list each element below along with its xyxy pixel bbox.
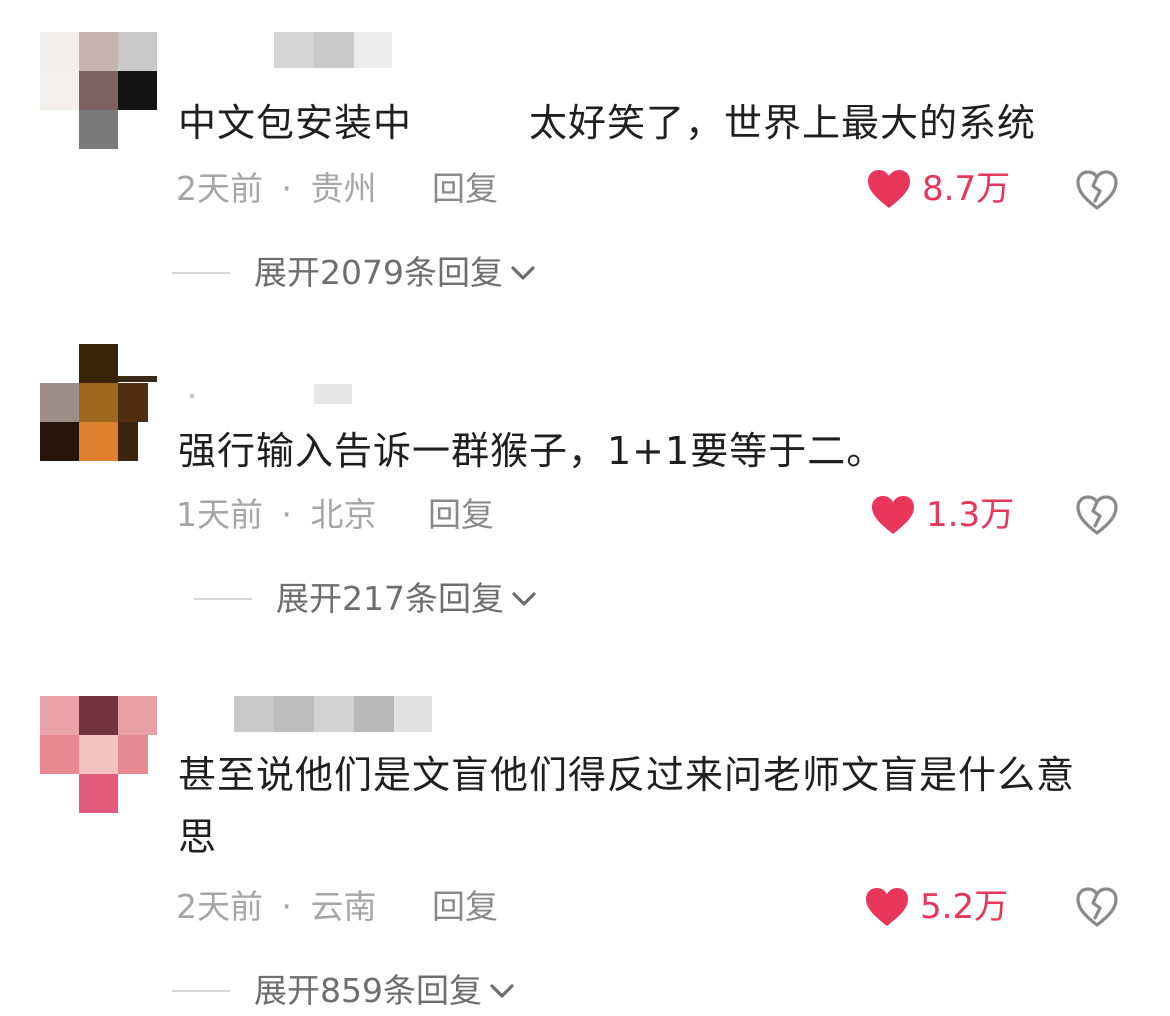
comment-item: 甚至说他们是文盲他们得反过来问老师文盲是什么意思 2天前 · 云南 回复 5.2… (0, 680, 1170, 1012)
expand-replies-label: 展开859条回复 (254, 971, 482, 1010)
reply-button[interactable]: 回复 (432, 164, 498, 214)
broken-heart-icon[interactable] (1075, 886, 1119, 928)
comment-location: 云南 (310, 887, 377, 926)
username-blurred[interactable] (178, 32, 392, 68)
reply-button[interactable]: 回复 (428, 490, 494, 540)
expand-replies-button[interactable]: 展开2079条回复 (172, 248, 537, 298)
comment-item: 中文包安装中 太好笑了，世界上最大的系统 2天前 · 贵州 回复 8.7万 展开… (0, 0, 1170, 320)
meta-separator: · (281, 169, 293, 208)
comment-location: 北京 (310, 495, 377, 534)
heart-icon (866, 888, 908, 926)
comment-text: 甚至说他们是文盲他们得反过来问老师文盲是什么意思 (178, 753, 1076, 859)
broken-heart-icon[interactable] (1075, 169, 1119, 211)
expand-replies-button[interactable]: 展开217条回复 (194, 574, 538, 624)
comment-time: 2天前 (176, 169, 263, 208)
like-button[interactable]: 1.3万 (870, 490, 1014, 540)
broken-heart-icon[interactable] (1075, 494, 1119, 536)
comment-time: 2天前 (176, 887, 263, 926)
expand-replies-button[interactable]: 展开859条回复 (172, 966, 516, 1016)
username-blurred[interactable] (178, 696, 432, 732)
meta-separator: · (281, 887, 293, 926)
heart-icon (872, 496, 914, 534)
comment-item: 强行输入告诉一群猴子，1+1要等于二。 1天前 · 北京 回复 1.3万 展开2… (0, 330, 1170, 660)
comment-meta: 1天前 · 北京 回复 (176, 490, 494, 540)
comment-meta: 2天前 · 贵州 回复 (176, 164, 498, 214)
expand-replies-label: 展开217条回复 (276, 579, 504, 618)
like-count: 8.7万 (922, 169, 1011, 209)
meta-separator: · (281, 495, 293, 534)
chevron-down-icon (490, 984, 514, 998)
comment-time: 1天前 (176, 495, 263, 534)
expand-replies-label: 展开2079条回复 (254, 253, 503, 292)
reply-button[interactable]: 回复 (432, 882, 498, 932)
divider-line (172, 990, 230, 992)
comment-meta: 2天前 · 云南 回复 (176, 882, 498, 932)
divider-line (172, 272, 230, 274)
avatar[interactable] (40, 32, 157, 149)
like-count: 1.3万 (926, 495, 1015, 535)
heart-icon (868, 170, 910, 208)
like-button[interactable]: 8.7万 (866, 164, 1010, 214)
like-count: 5.2万 (920, 887, 1009, 927)
chevron-down-icon (512, 592, 536, 606)
like-button[interactable]: 5.2万 (864, 882, 1008, 932)
chevron-down-icon (511, 266, 535, 280)
comment-text: 中文包安装中 太好笑了，世界上最大的系统 (178, 101, 1037, 145)
avatar[interactable] (40, 344, 157, 461)
username-blurred[interactable] (178, 384, 358, 420)
avatar[interactable] (40, 696, 157, 813)
comment-text: 强行输入告诉一群猴子，1+1要等于二。 (178, 429, 886, 473)
divider-line (194, 598, 252, 600)
comment-location: 贵州 (310, 169, 377, 208)
